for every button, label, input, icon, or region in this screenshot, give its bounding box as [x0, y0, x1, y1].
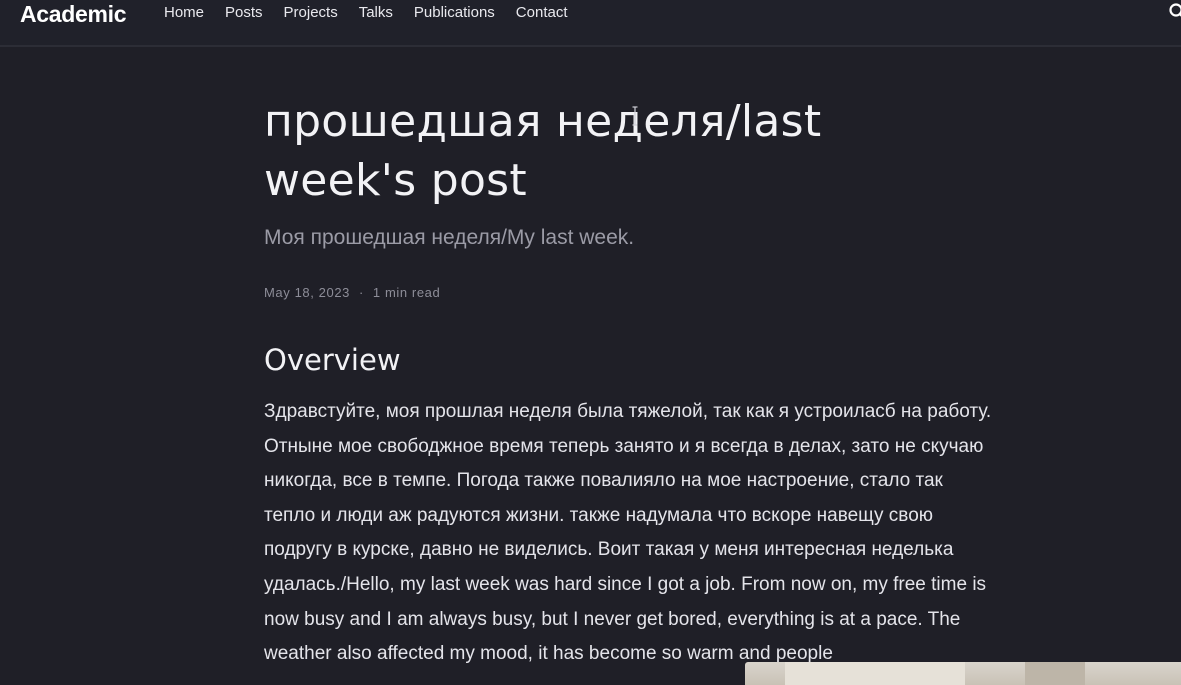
meta-separator: · — [358, 285, 364, 300]
section-heading-overview: Overview — [264, 343, 401, 377]
video-overlay-thumbnail — [745, 662, 1181, 685]
article-meta: May 18, 2023 · 1 min read — [264, 285, 440, 300]
article-body: Здравстуйте, моя прошлая неделя была тяж… — [264, 401, 992, 665]
page-subtitle: Моя прошедшая неделя/My last week. — [264, 226, 635, 249]
read-time: 1 min read — [372, 285, 441, 300]
text-cursor-icon — [632, 106, 638, 126]
search-icon[interactable] — [1168, 2, 1181, 22]
site-brand[interactable]: Academic — [20, 1, 127, 28]
nav-link-talks[interactable]: Talks — [359, 4, 393, 21]
nav-link-contact[interactable]: Contact — [516, 4, 568, 21]
nav-link-publications[interactable]: Publications — [414, 4, 495, 21]
nav-link-posts[interactable]: Posts — [225, 4, 263, 21]
nav-links: Home Posts Projects Talks Publications C… — [164, 4, 589, 21]
nav-link-projects[interactable]: Projects — [284, 4, 338, 21]
article-date: May 18, 2023 — [264, 285, 350, 300]
nav-link-home[interactable]: Home — [164, 4, 204, 21]
overlay-frame-dark — [1025, 662, 1085, 685]
top-navbar: Academic Home Posts Projects Talks Publi… — [0, 0, 1181, 47]
overlay-frame-light — [785, 662, 965, 685]
page-title: прошедшая неделя/last week's post — [264, 96, 822, 206]
